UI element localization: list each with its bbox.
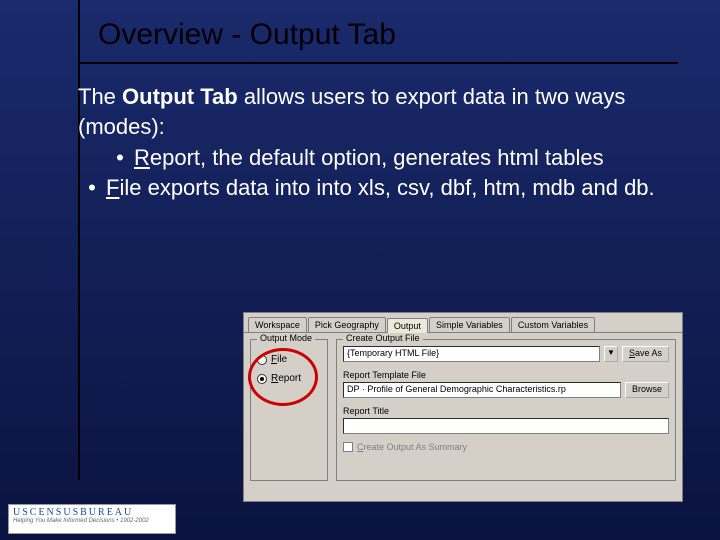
tab-body: Output Mode File Report Create Output Fi… (244, 332, 682, 487)
create-summary-checkbox[interactable] (343, 442, 353, 452)
tab-pick-geography[interactable]: Pick Geography (308, 317, 386, 332)
filename-dropdown-icon[interactable]: ▼ (604, 346, 618, 362)
output-tab-screenshot: Workspace Pick Geography Output Simple V… (243, 312, 683, 502)
radio-report-text: eport (278, 373, 301, 384)
radio-file-text: ile (277, 354, 287, 365)
report-title-field[interactable] (343, 418, 669, 434)
b2-tail: exports data into into xls, csv, dbf, ht… (141, 175, 654, 200)
b1-rest: eport (150, 145, 200, 170)
b1-tail: , the default option, generates html tab… (200, 145, 604, 170)
footer-line2: Helping You Make Informed Decisions • 19… (13, 518, 171, 525)
tab-workspace[interactable]: Workspace (248, 317, 307, 332)
body-content: The Output Tab allows users to export da… (78, 82, 658, 203)
tab-output[interactable]: Output (387, 318, 428, 333)
output-mode-group: Output Mode File Report (250, 339, 328, 481)
report-title-label: Report Title (343, 406, 669, 416)
create-output-file-label: Create Output File (343, 333, 423, 343)
summary-text: reate Output As Summary (364, 442, 468, 452)
b2-rest: ile (119, 175, 141, 200)
output-filename-field[interactable]: {Temporary HTML File} (343, 346, 600, 362)
slide-title: Overview - Output Tab (98, 18, 396, 52)
footer-line1: USCENSUSBUREAU (13, 507, 171, 518)
b2-accel: F (106, 175, 119, 200)
save-as-button[interactable]: Save As (622, 346, 669, 362)
census-logo: USCENSUSBUREAU Helping You Make Informed… (8, 504, 176, 534)
radio-report[interactable] (257, 374, 267, 384)
bullet-dot: • (78, 173, 106, 203)
title-vertical-rule (78, 0, 80, 480)
b1-accel: R (134, 145, 150, 170)
template-file-label: Report Template File (343, 370, 669, 380)
lead-bold: Output Tab (122, 84, 238, 109)
tab-custom-variables[interactable]: Custom Variables (511, 317, 595, 332)
radio-file[interactable] (257, 355, 267, 365)
template-file-field[interactable]: DP · Profile of General Demographic Char… (343, 382, 621, 398)
tab-strip: Workspace Pick Geography Output Simple V… (244, 313, 682, 332)
tab-simple-variables[interactable]: Simple Variables (429, 317, 510, 332)
lead-pre: The (78, 84, 122, 109)
radio-file-row[interactable]: File (257, 354, 321, 365)
output-mode-label: Output Mode (257, 333, 315, 343)
browse-button[interactable]: Browse (625, 382, 669, 398)
bullet-dot: • (106, 143, 134, 173)
radio-report-row[interactable]: Report (257, 373, 321, 384)
create-summary-row[interactable]: Create Output As Summary (343, 442, 669, 452)
create-output-file-group: Create Output File {Temporary HTML File}… (336, 339, 676, 481)
title-underline (78, 62, 678, 64)
